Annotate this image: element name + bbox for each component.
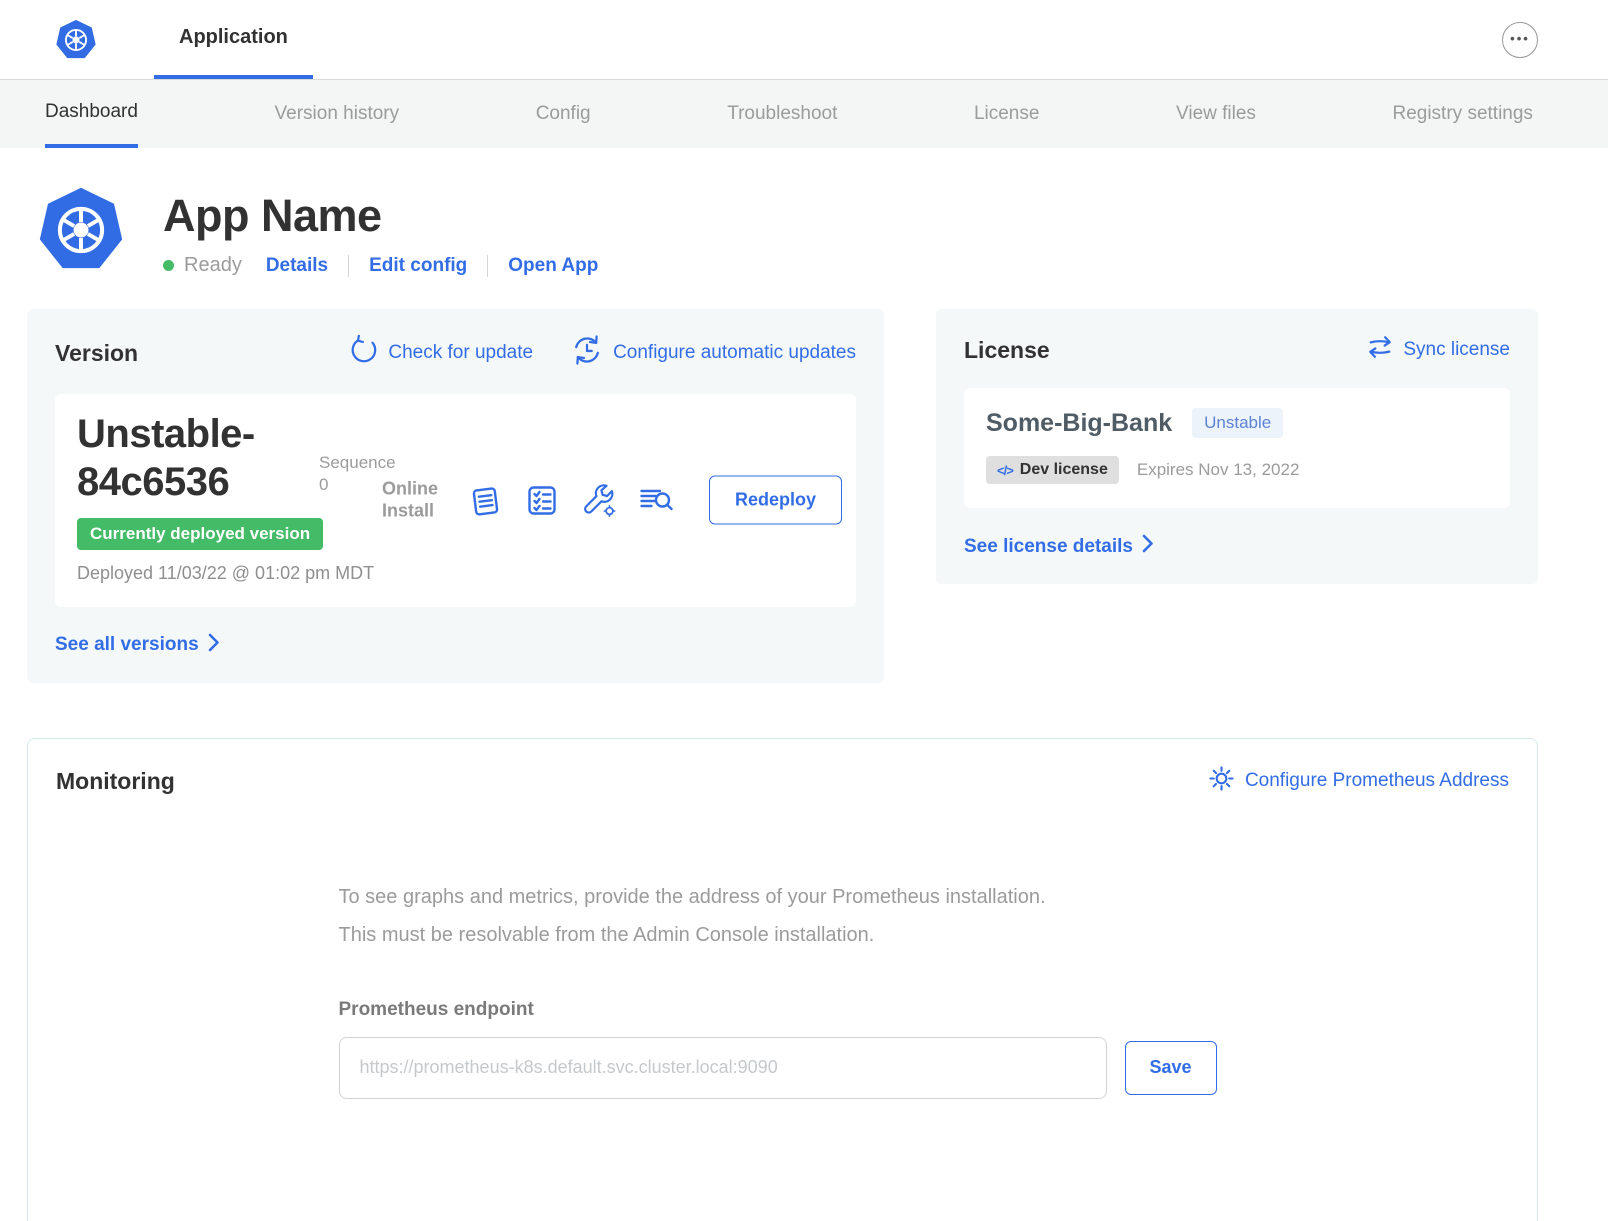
app-section-nav: Dashboard Version history Config Trouble… [0,80,1608,148]
checklist-icon [524,506,560,521]
license-card-header: License Sync license [964,334,1510,366]
sync-license-link[interactable]: Sync license [1367,334,1510,366]
configure-automatic-updates-link[interactable]: Configure automatic updates [571,334,856,372]
monitoring-description-2: This must be resolvable from the Admin C… [339,924,1227,947]
gear-icon [1208,765,1235,798]
tab-config[interactable]: Config [536,80,591,148]
tab-view-files[interactable]: View files [1176,80,1256,148]
prometheus-endpoint-label: Prometheus endpoint [339,999,1227,1021]
sequence-label: Sequence [319,452,396,474]
dashboard-content: App Name Ready Details Edit config Open … [0,186,1608,1221]
version-actions: Online Install [382,476,842,525]
auto-update-schedule-icon [571,334,603,372]
status-dot-icon [163,260,174,271]
monitoring-description-1: To see graphs and metrics, provide the a… [339,886,1227,909]
configure-prometheus-label: Configure Prometheus Address [1245,770,1509,792]
license-type-row: </> Dev license Expires Nov 13, 2022 [986,456,1488,484]
current-version-panel: Unstable-84c6536 Sequence 0 Currently de… [55,394,856,607]
currently-deployed-badge: Currently deployed version [77,518,323,550]
license-customer-row: Some-Big-Bank Unstable [986,408,1488,438]
release-notes-icon [467,506,503,521]
app-status-row: Ready Details Edit config Open App [163,254,598,277]
app-header: App Name Ready Details Edit config Open … [27,186,1538,277]
page-title: App Name [163,190,598,242]
monitoring-title: Monitoring [56,768,175,795]
check-for-update-link[interactable]: Check for update [348,334,533,372]
tab-application[interactable]: Application [154,0,313,79]
sync-license-label: Sync license [1403,339,1510,361]
redeploy-button[interactable]: Redeploy [709,476,842,525]
see-all-versions-link[interactable]: See all versions [55,633,220,658]
chevron-right-icon [1142,534,1154,559]
chevron-right-icon [208,633,220,658]
tab-license[interactable]: License [974,80,1040,148]
app-title-block: App Name Ready Details Edit config Open … [163,186,598,277]
save-button[interactable]: Save [1125,1041,1217,1095]
more-menu-button[interactable]: ••• [1502,22,1538,58]
monitoring-header: Monitoring Co [56,765,1509,798]
license-expiry: Expires Nov 13, 2022 [1137,460,1300,480]
logs-search-icon [638,506,674,521]
version-card-header: Version Check for update [55,334,856,372]
tab-dashboard[interactable]: Dashboard [45,80,138,148]
see-all-versions-label: See all versions [55,634,199,656]
details-link[interactable]: Details [266,255,328,277]
view-deploy-logs-button[interactable] [638,482,674,518]
monitoring-body: To see graphs and metrics, provide the a… [339,886,1227,1099]
version-label: Unstable-84c6536 [77,410,297,506]
license-card: License Sync license [936,309,1538,584]
open-app-link[interactable]: Open App [508,255,598,277]
configure-prometheus-link[interactable]: Configure Prometheus Address [1208,765,1509,798]
version-card-actions: Check for update Configur [348,334,856,372]
license-type-label: Dev license [1020,461,1108,479]
app-logo-icon [37,186,125,274]
see-license-details-label: See license details [964,536,1133,558]
monitoring-card: Monitoring Co [27,738,1538,1221]
tab-troubleshoot[interactable]: Troubleshoot [727,80,837,148]
tab-registry-settings[interactable]: Registry settings [1392,80,1532,148]
tab-application-label: Application [179,26,288,49]
refresh-icon [348,335,378,371]
endpoint-input-row: Save [339,1037,1227,1099]
divider [348,255,349,277]
check-for-update-label: Check for update [388,342,533,364]
code-icon: </> [997,463,1013,478]
tab-version-history[interactable]: Version history [275,80,400,148]
divider [487,255,488,277]
customer-name: Some-Big-Bank [986,409,1172,438]
status-text: Ready [184,254,242,277]
ellipsis-icon: ••• [1510,31,1530,46]
install-type-label: Online Install [382,479,446,522]
license-card-title: License [964,337,1050,364]
cards-row: Version Check for update [27,309,1538,683]
monitoring-actions: Configure Prometheus Address [1208,765,1509,798]
top-app-bar: Application ••• [0,0,1608,80]
release-notes-button[interactable] [467,482,503,518]
license-type-badge: </> Dev license [986,456,1119,484]
channel-badge: Unstable [1192,408,1283,438]
edit-config-link[interactable]: Edit config [369,255,467,277]
topbar-spacer [313,0,1502,79]
version-card: Version Check for update [27,309,884,683]
configure-automatic-updates-label: Configure automatic updates [613,342,856,364]
prometheus-endpoint-input[interactable] [339,1037,1107,1099]
see-license-details-link[interactable]: See license details [964,534,1154,559]
kubernetes-logo-icon [55,19,97,61]
license-panel: Some-Big-Bank Unstable </> Dev license E… [964,388,1510,508]
sync-arrows-icon [1367,334,1393,366]
version-card-title: Version [55,340,138,367]
app-config-button[interactable] [581,482,617,518]
wrench-gear-icon [581,506,617,521]
preflight-checks-button[interactable] [524,482,560,518]
license-card-actions: Sync license [1367,334,1510,366]
deployed-timestamp: Deployed 11/03/22 @ 01:02 pm MDT [77,562,397,585]
